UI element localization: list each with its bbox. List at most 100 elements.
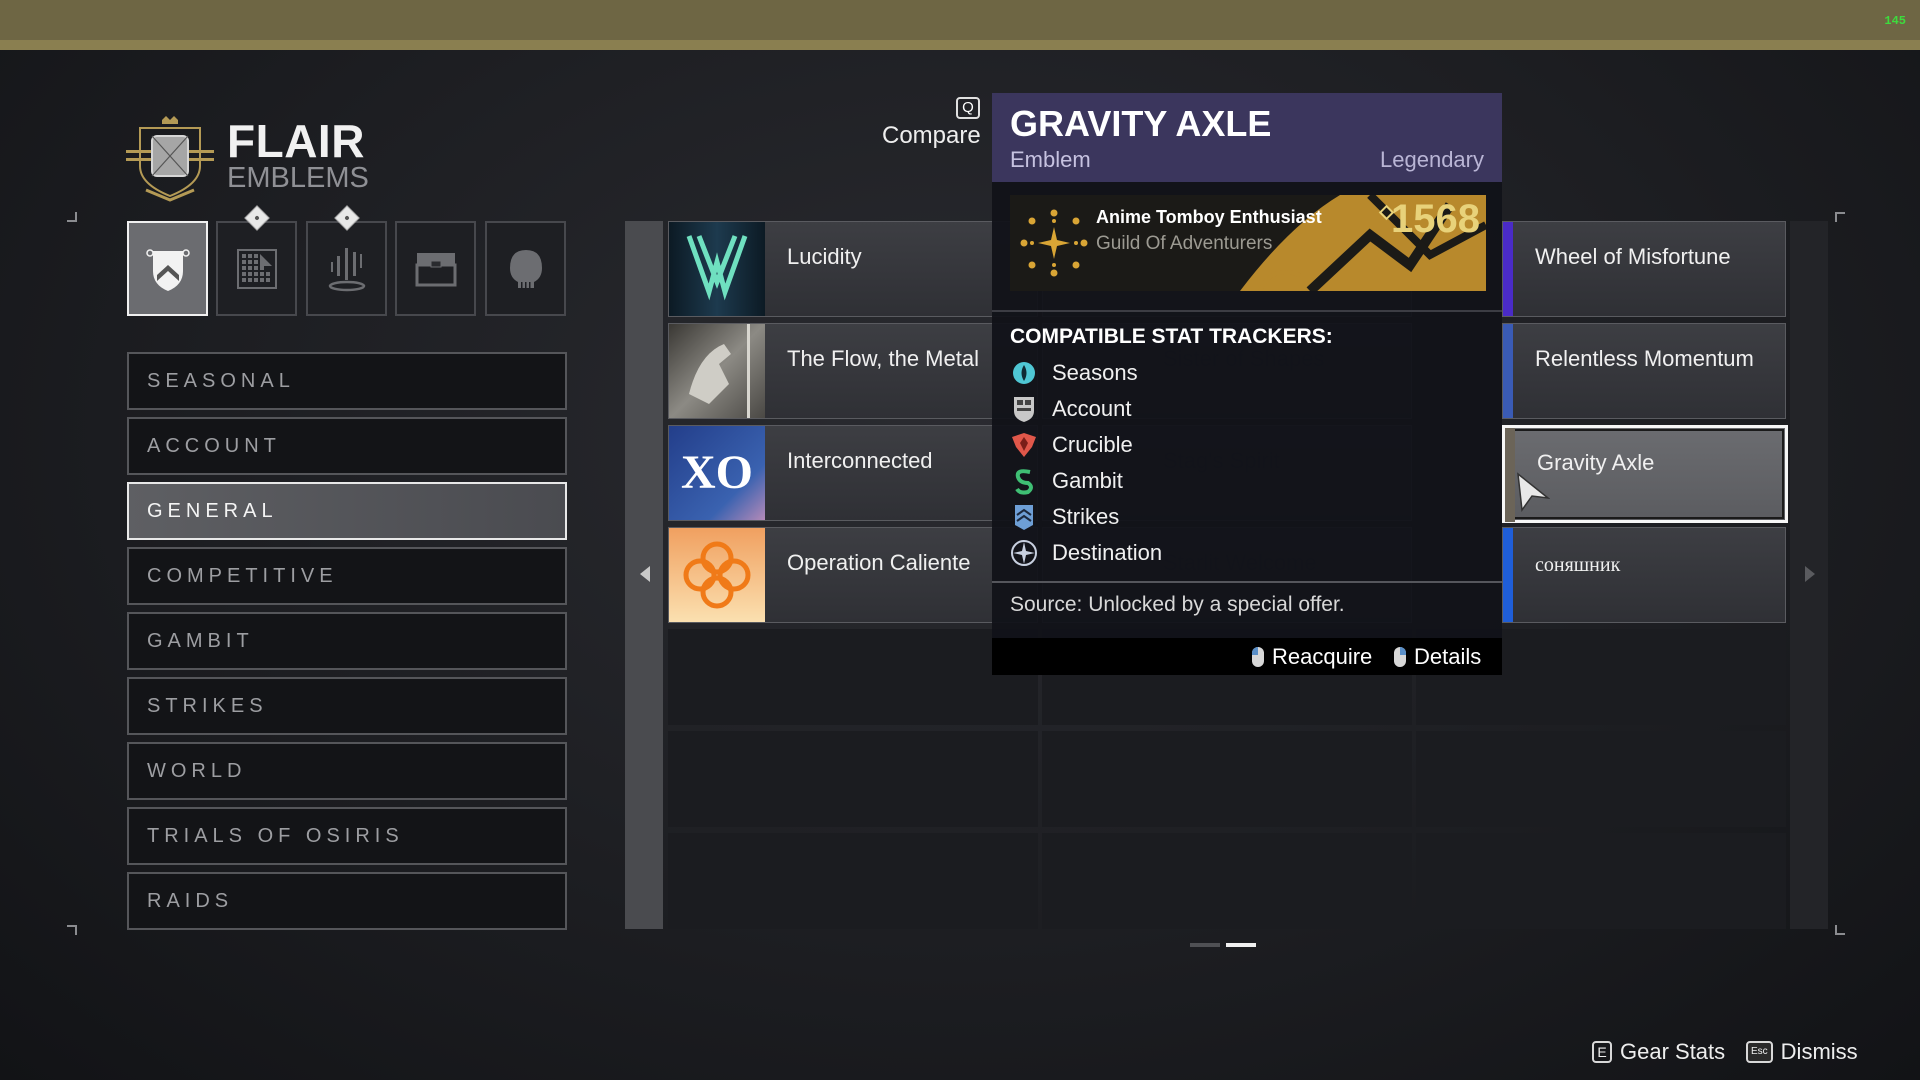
tooltip-actions: Reacquire Details — [992, 638, 1502, 675]
frame-corner — [1835, 925, 1845, 935]
shader-grid-icon — [236, 248, 277, 289]
sidebar-item-label: SEASONAL — [147, 369, 295, 392]
tracker-crucible: Crucible — [1010, 429, 1133, 461]
tracker-label: Account — [1052, 396, 1132, 421]
tooltip-divider — [992, 310, 1502, 312]
emblem-shield-icon — [145, 248, 190, 291]
gear-stats-button[interactable]: E Gear Stats — [1592, 1039, 1725, 1065]
sidebar-item-world[interactable]: WORLD — [127, 742, 567, 800]
sidebar-item-label: GAMBIT — [147, 629, 254, 652]
tracker-label: Seasons — [1052, 360, 1138, 385]
hint-label: Gear Stats — [1620, 1039, 1726, 1064]
tab-emblems[interactable] — [127, 221, 208, 316]
emblem-name: Wheel of Misfortune — [1535, 244, 1731, 269]
action-label: Reacquire — [1272, 644, 1373, 669]
emblem-tile-relentless-momentum[interactable]: Relentless Momentum — [1502, 323, 1786, 419]
emblem-name: Relentless Momentum — [1535, 346, 1754, 371]
frame-corner — [67, 212, 77, 222]
sidebar-item-label: GENERAL — [147, 499, 278, 522]
page-title: FLAIR — [227, 115, 365, 167]
sidebar-item-gambit[interactable]: GAMBIT — [127, 612, 567, 670]
key-hint: E — [1592, 1041, 1612, 1063]
emblem-name: The Flow, the Metal — [787, 346, 979, 371]
preview-power-level: 1568 — [1391, 197, 1480, 241]
griffin-emblem-icon — [669, 324, 765, 418]
fps-counter: 145 — [1884, 14, 1906, 28]
tracker-label: Strikes — [1052, 504, 1120, 529]
compare-button[interactable]: Compare — [882, 122, 981, 150]
strikes-icon — [1010, 503, 1038, 531]
svg-text:XO: XO — [681, 446, 753, 499]
hint-label: Dismiss — [1780, 1039, 1858, 1064]
chest-icon — [415, 252, 456, 286]
reacquire-button[interactable]: Reacquire — [1252, 644, 1372, 670]
item-name: GRAVITY AXLE — [1010, 103, 1272, 144]
sidebar-item-competitive[interactable]: COMPETITIVE — [127, 547, 567, 605]
tab-transmat-effects[interactable] — [306, 205, 387, 316]
empty-grid-cell — [1416, 833, 1786, 929]
tracker-gambit: Gambit — [1010, 465, 1123, 497]
emblem-accent-stripe — [1503, 324, 1513, 418]
emblem-tile-lucidity[interactable]: Lucidity — [668, 221, 1038, 317]
emblem-name: Interconnected — [787, 448, 933, 473]
tab-vehicles-chests[interactable] — [395, 221, 476, 316]
tracker-seasons: Seasons — [1010, 357, 1138, 389]
tracker-account: Account — [1010, 393, 1132, 425]
emblem-tile-interconnected[interactable]: XO Interconnected — [668, 425, 1038, 521]
emblem-tile-wheel-of-misfortune[interactable]: Wheel of Misfortune — [1502, 221, 1786, 317]
emblem-name: Gravity Axle — [1537, 450, 1655, 475]
tracker-label: Gambit — [1052, 468, 1123, 493]
sidebar-item-label: TRIALS OF OSIRIS — [147, 824, 404, 847]
lucidity-emblem-icon — [669, 222, 765, 316]
ghost-icon — [509, 249, 542, 288]
gambit-icon — [1010, 467, 1038, 495]
preview-player-title: Anime Tomboy Enthusiast — [1096, 207, 1322, 227]
emblem-name: соняшник — [1535, 554, 1621, 576]
page-indicator-1[interactable] — [1190, 943, 1220, 947]
sidebar-item-general[interactable]: GENERAL — [127, 482, 567, 540]
tab-shaders[interactable] — [216, 205, 297, 316]
sidebar-item-account[interactable]: ACCOUNT — [127, 417, 567, 475]
emblem-tile-the-flow-the-metal[interactable]: The Flow, the Metal — [668, 323, 1038, 419]
emblem-tile-sunflower[interactable]: соняшник — [1502, 527, 1786, 623]
sidebar-item-label: ACCOUNT — [147, 434, 281, 457]
emblem-tile-operation-caliente[interactable]: Operation Caliente — [668, 527, 1038, 623]
empty-grid-cell — [1042, 833, 1412, 929]
item-source: Source: Unlocked by a special offer. — [1010, 593, 1345, 616]
sidebar-item-raids[interactable]: RAIDS — [127, 872, 567, 930]
tooltip-header: GRAVITY AXLE Emblem Legendary — [992, 93, 1502, 182]
page-indicator-2-active[interactable] — [1226, 943, 1256, 947]
empty-grid-cell — [668, 629, 1038, 725]
preview-clan-name: Guild Of Adventurers — [1096, 233, 1273, 254]
tracker-destination: Destination — [1010, 537, 1162, 569]
emblem-accent-stripe — [1503, 222, 1513, 316]
tooltip-divider — [992, 581, 1502, 583]
empty-grid-cell — [1042, 731, 1412, 827]
tab-ghost-shells[interactable] — [485, 221, 566, 316]
emblem-preview-banner: Anime Tomboy Enthusiast Guild Of Adventu… — [1010, 195, 1486, 291]
next-page-arrow-icon[interactable] — [1805, 566, 1815, 582]
sidebar-item-label: WORLD — [147, 759, 247, 782]
emblem-accent-stripe — [1505, 428, 1515, 522]
compare-key-hint: Q — [956, 97, 980, 119]
sidebar-item-trials-of-osiris[interactable]: TRIALS OF OSIRIS — [127, 807, 567, 865]
details-button[interactable]: Details — [1394, 644, 1481, 670]
top-banner — [0, 0, 1920, 40]
previous-page-arrow-icon[interactable] — [640, 566, 650, 582]
flair-crest-icon — [126, 114, 214, 202]
sidebar-item-label: STRIKES — [147, 694, 268, 717]
transmat-effect-icon — [328, 247, 365, 291]
item-rarity: Legendary — [1380, 147, 1484, 172]
key-hint: Esc — [1746, 1041, 1773, 1063]
dismiss-button[interactable]: Esc Dismiss — [1746, 1039, 1858, 1065]
item-type: Emblem — [1010, 147, 1091, 172]
emblem-name: Lucidity — [787, 244, 862, 269]
action-label: Details — [1414, 644, 1482, 669]
tracker-strikes: Strikes — [1010, 501, 1119, 533]
tracker-label: Destination — [1052, 540, 1163, 565]
page-subtitle: EMBLEMS — [227, 162, 369, 194]
sidebar-item-seasonal[interactable]: SEASONAL — [127, 352, 567, 410]
sidebar-item-strikes[interactable]: STRIKES — [127, 677, 567, 735]
frame-corner — [67, 925, 77, 935]
emblem-accent-stripe — [1503, 528, 1513, 622]
